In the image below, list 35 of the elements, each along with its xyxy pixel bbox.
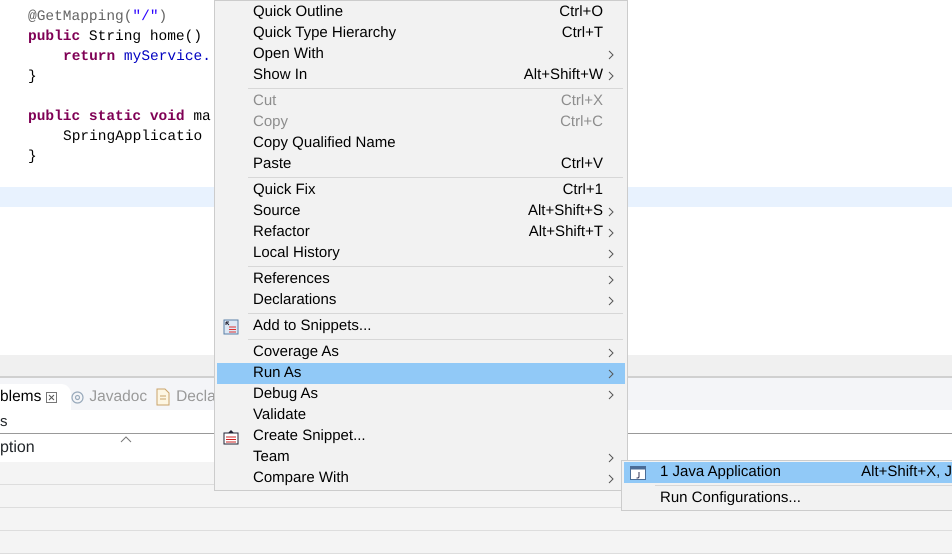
code-line: SpringApplicatio	[63, 128, 202, 147]
menu-item[interactable]: Quick Fix Ctrl+1	[217, 180, 625, 201]
application-window-icon	[630, 466, 646, 480]
code-line: }	[28, 68, 37, 87]
code-line: public String home()	[28, 28, 202, 47]
menu-item[interactable]: Show In Alt+Shift+W	[217, 65, 625, 86]
code-line: public static void ma	[28, 108, 211, 127]
menu-item[interactable]: Quick Outline Ctrl+O	[217, 2, 625, 23]
snippet-icon	[223, 318, 239, 334]
summary-text: s	[0, 413, 8, 430]
code-line: }	[28, 148, 37, 167]
menu-item[interactable]: 1 Java Application Alt+Shift+X, J	[624, 462, 952, 483]
menu-item[interactable]: Paste Ctrl+V	[217, 154, 625, 175]
menu-item[interactable]: Create Snippet...	[217, 426, 625, 447]
code-line: @GetMapping("/")	[28, 8, 168, 27]
menu-item[interactable]: Coverage As	[217, 342, 625, 363]
menu-item[interactable]: Run As	[217, 363, 625, 384]
menu-item[interactable]: Source Alt+Shift+S	[217, 201, 625, 222]
snippet-icon	[223, 428, 239, 444]
menu-item[interactable]: Open With	[217, 44, 625, 65]
menu-item[interactable]: Add to Snippets...	[217, 316, 625, 337]
menu-item[interactable]: Refactor Alt+Shift+T	[217, 222, 625, 243]
menu-item[interactable]: Team	[217, 447, 625, 468]
menu-item[interactable]: Compare With	[217, 468, 625, 489]
panel-tab[interactable]: blems	[0, 384, 72, 410]
menu-item[interactable]: Declarations	[217, 290, 625, 311]
menu-item[interactable]: Copy Qualified Name	[217, 133, 625, 154]
document-icon	[155, 388, 172, 406]
column-header[interactable]: ption	[0, 436, 35, 460]
menu-item[interactable]: Local History	[217, 243, 625, 264]
menu-item[interactable]: Quick Type Hierarchy Ctrl+T	[217, 23, 625, 44]
sort-caret-icon	[120, 436, 132, 443]
menu-item[interactable]: References	[217, 269, 625, 290]
code-line: return myService.	[63, 48, 211, 67]
menu-item[interactable]: Run Configurations...	[624, 488, 952, 509]
